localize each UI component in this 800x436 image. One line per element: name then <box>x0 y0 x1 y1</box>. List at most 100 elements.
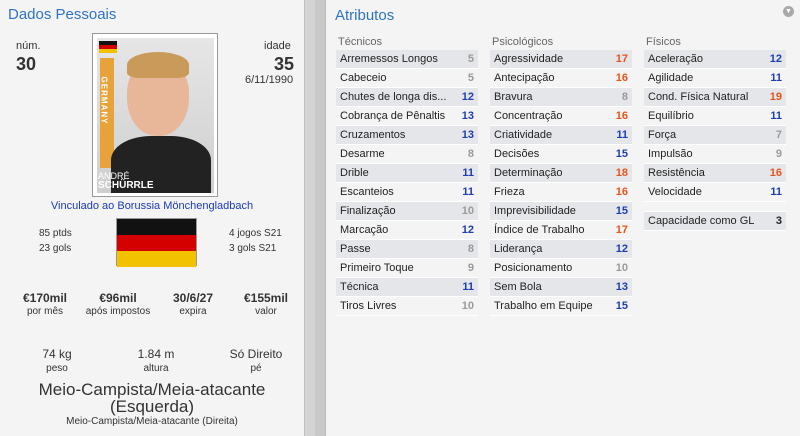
market-value-label: valor <box>255 306 277 317</box>
attribute-value: 13 <box>615 281 628 293</box>
mental-header: Psicológicos <box>492 36 554 48</box>
attribute-row[interactable]: Força 7 <box>644 126 786 145</box>
attribute-row[interactable]: Sem Bola 13 <box>490 278 632 297</box>
net-wage-block: €96mil após impostos <box>83 291 153 317</box>
attribute-name: Aceleração <box>648 53 704 65</box>
photo-name: ANDRÉ SCHÜRRLE <box>98 172 158 192</box>
attribute-row[interactable]: Posicionamento 10 <box>490 259 632 278</box>
weight-block: 74 kg peso <box>12 347 102 374</box>
physical-header: Físicos <box>646 36 681 48</box>
attribute-row[interactable]: Velocidade 11 <box>644 183 786 202</box>
attribute-name: Tiros Livres <box>340 300 397 312</box>
photo-flag-icon <box>99 41 117 53</box>
attribute-value: 19 <box>769 91 782 103</box>
attribute-value: 13 <box>461 129 474 141</box>
attribute-value: 15 <box>615 205 628 217</box>
attribute-value: 9 <box>467 262 474 274</box>
attribute-value: 5 <box>467 53 474 65</box>
gk-capacity-row[interactable]: Capacidade como GL 3 <box>644 212 786 231</box>
attribute-row[interactable]: Frieza 16 <box>490 183 632 202</box>
attribute-name: Drible <box>340 167 369 179</box>
attribute-value: 11 <box>770 72 782 84</box>
attribute-row[interactable]: Determinação 18 <box>490 164 632 183</box>
attribute-row[interactable]: Aceleração 12 <box>644 50 786 69</box>
left-panel-scrollbar[interactable] <box>304 0 315 436</box>
attribute-row[interactable]: Finalização 10 <box>336 202 478 221</box>
attribute-row[interactable]: Escanteios 11 <box>336 183 478 202</box>
attribute-value: 17 <box>615 224 628 236</box>
attribute-name: Primeiro Toque <box>340 262 414 274</box>
weight-label: peso <box>46 363 68 374</box>
attribute-row[interactable]: Equilíbrio 11 <box>644 107 786 126</box>
height-block: 1.84 m altura <box>111 347 201 374</box>
contract-block: 30/6/27 expira <box>158 291 228 317</box>
attribute-row[interactable]: Antecipação 16 <box>490 69 632 88</box>
attribute-row[interactable]: Desarme 8 <box>336 145 478 164</box>
flag-stripe-2 <box>117 235 196 251</box>
attribute-name: Cabeceio <box>340 72 387 84</box>
attribute-name: Imprevisibilidade <box>494 205 576 217</box>
club-link[interactable]: Vinculado ao Borussia Mönchengladbach <box>0 200 304 212</box>
attribute-value: 11 <box>462 281 474 293</box>
attribute-row[interactable]: Chutes de longa dis... 12 <box>336 88 478 107</box>
attribute-name: Sem Bola <box>494 281 542 293</box>
attribute-row[interactable]: Imprevisibilidade 15 <box>490 202 632 221</box>
player-photo: GERMANY ANDRÉ SCHÜRRLE <box>92 33 218 197</box>
attribute-row[interactable]: Decisões 15 <box>490 145 632 164</box>
wage-label: por mês <box>26 306 64 317</box>
attribute-row[interactable]: Agilidade 11 <box>644 69 786 88</box>
primary-position: Meio-Campista/Meia-atacante (Esquerda) <box>38 380 266 416</box>
gk-capacity-value: 3 <box>775 215 782 227</box>
attribute-name: Antecipação <box>494 72 555 84</box>
attribute-row[interactable]: Liderança 12 <box>490 240 632 259</box>
attribute-row[interactable]: Marcação 12 <box>336 221 478 240</box>
attribute-value: 16 <box>615 72 628 84</box>
attribute-value: 8 <box>467 148 474 160</box>
attribute-row[interactable]: Passe 8 <box>336 240 478 259</box>
attribute-value: 8 <box>621 91 628 103</box>
chevron-down-icon[interactable]: ▼ <box>783 6 794 17</box>
contract-expiry-value: 30/6/27 <box>172 291 214 305</box>
photo-hair <box>127 52 189 78</box>
technical-header: Técnicos <box>338 36 383 48</box>
attribute-row[interactable]: Impulsão 9 <box>644 145 786 164</box>
attribute-name: Frieza <box>494 186 525 198</box>
attributes-panel: Atributos ▼ Técnicos Arremessos Longos 5 C… <box>325 0 800 436</box>
attribute-row[interactable]: Criatividade 11 <box>490 126 632 145</box>
gk-capacity-label: Capacidade como GL <box>648 215 755 227</box>
attribute-name: Arremessos Longos <box>340 53 438 65</box>
nation-flag[interactable] <box>116 218 197 267</box>
attribute-row[interactable]: Cabeceio 5 <box>336 69 478 88</box>
net-wage-value: €96mil <box>99 291 137 305</box>
attribute-value: 17 <box>615 53 628 65</box>
attribute-row[interactable]: Resistência 16 <box>644 164 786 183</box>
attribute-row[interactable]: Cruzamentos 13 <box>336 126 478 145</box>
attribute-value: 16 <box>615 110 628 122</box>
attribute-row[interactable]: Agressividade 17 <box>490 50 632 69</box>
attribute-name: Índice de Trabalho <box>494 224 585 236</box>
attribute-value: 15 <box>615 300 628 312</box>
wage-block: €170mil por mês <box>10 291 80 317</box>
attribute-row[interactable]: Bravura 8 <box>490 88 632 107</box>
attribute-row[interactable]: Concentração 16 <box>490 107 632 126</box>
attribute-value: 11 <box>462 167 474 179</box>
attribute-row[interactable]: Técnica 11 <box>336 278 478 297</box>
attribute-row[interactable]: Drible 11 <box>336 164 478 183</box>
attribute-row[interactable]: Primeiro Toque 9 <box>336 259 478 278</box>
attribute-row[interactable]: Cond. Física Natural 19 <box>644 88 786 107</box>
attribute-value: 11 <box>616 129 628 141</box>
attribute-row[interactable]: Trabalho em Equipe 15 <box>490 297 632 316</box>
attribute-value: 18 <box>615 167 628 179</box>
season-goals: 3 gols S21 <box>229 243 277 254</box>
attribute-name: Trabalho em Equipe <box>494 300 593 312</box>
personal-panel-title: Dados Pessoais <box>8 6 117 23</box>
attribute-row[interactable]: Tiros Livres 10 <box>336 297 478 316</box>
attributes-panel-title: Atributos <box>335 7 395 24</box>
secondary-position: Meio-Campista/Meia-atacante (Direita) <box>66 416 238 427</box>
attribute-row[interactable]: Índice de Trabalho 17 <box>490 221 632 240</box>
attribute-row[interactable]: Arremessos Longos 5 <box>336 50 478 69</box>
attribute-row[interactable]: Cobrança de Pênaltis 13 <box>336 107 478 126</box>
attribute-name: Desarme <box>340 148 385 160</box>
attribute-name: Passe <box>340 243 371 255</box>
career-goals: 23 gols <box>39 243 72 254</box>
